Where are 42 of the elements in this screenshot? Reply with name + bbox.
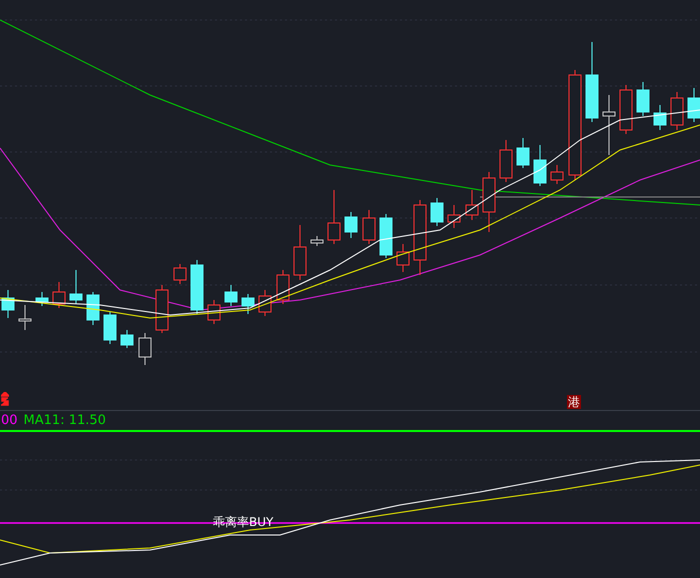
candlestick [500,140,512,182]
candlestick [190,260,204,314]
candlestick [396,244,410,272]
candlestick [18,304,32,330]
candlestick [310,236,324,246]
indicator-legend: 00 [1,413,18,428]
candlestick [654,104,666,130]
candlestick [670,92,684,130]
candlestick [36,292,48,306]
candlestick [344,212,358,238]
candlestick [620,84,632,134]
candlestick [174,264,186,284]
candlestick [120,330,134,348]
event-badge: 港 [567,395,581,409]
candlestick [242,294,254,314]
candlestick [70,270,82,304]
candlestick [156,284,168,334]
candlestick [534,144,546,186]
candlestick [380,214,392,258]
candlestick [688,88,700,122]
candlestick [138,332,152,366]
candlestick [52,282,66,308]
candlestick [602,94,616,156]
indicator-legend: MA11: 11.50 [24,413,106,428]
candlestick [636,82,650,116]
candlestick [550,164,564,184]
candlestick [86,292,100,326]
candlestick [448,204,460,228]
candlestick [430,198,444,226]
candlestick [482,172,496,232]
candlestick [328,190,340,244]
candlestick [258,290,272,316]
signal-marker-icon [1,392,9,406]
candlestick [516,138,530,168]
candlestick [362,210,376,244]
candlestick [294,224,306,280]
candlestick [2,290,14,318]
candlestick [208,300,220,324]
candlestick [104,312,116,344]
candlestick [224,284,238,306]
candlestick [276,270,290,304]
candlestick [466,190,478,220]
